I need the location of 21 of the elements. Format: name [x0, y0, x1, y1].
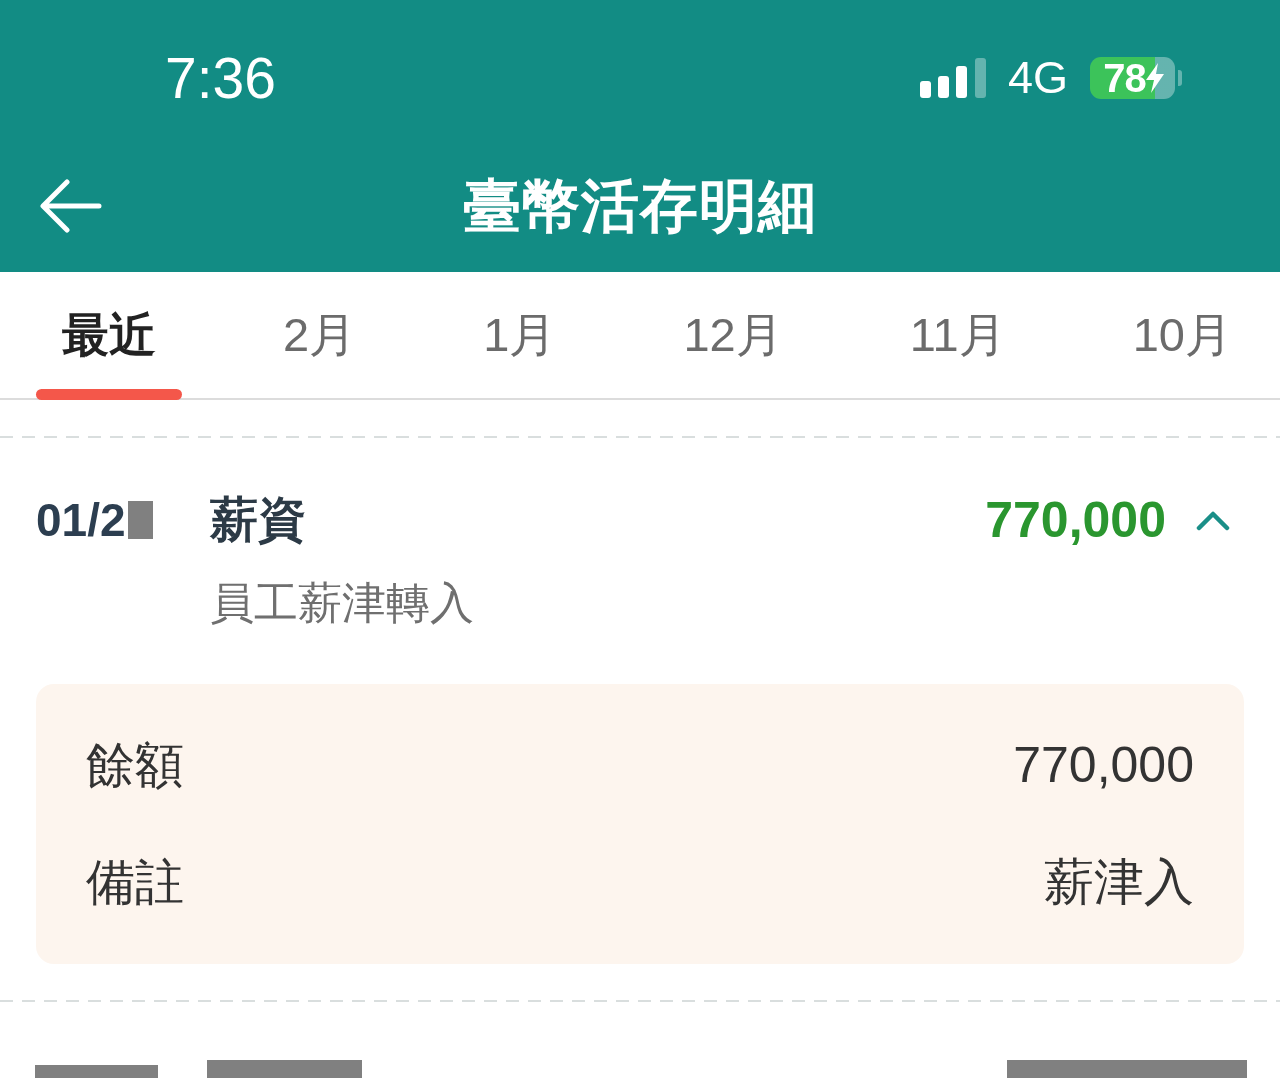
detail-value: 薪津入	[1044, 852, 1194, 912]
page-title: 臺幣活存明細	[463, 172, 817, 240]
battery-percent: 78	[1103, 57, 1146, 99]
transaction-date: 01/2	[36, 493, 126, 548]
detail-label: 備註	[86, 853, 184, 911]
left-arrow-icon	[40, 179, 102, 233]
month-tab[interactable]: 2月	[257, 272, 383, 400]
transaction-description: 員工薪津轉入	[210, 577, 475, 629]
month-tab[interactable]: 最近	[36, 272, 182, 400]
signal-icon	[919, 58, 986, 98]
transaction-title: 薪資	[210, 492, 307, 548]
network-type: 4G	[1007, 53, 1068, 103]
month-tab[interactable]: 12月	[657, 272, 809, 400]
detail-label: 餘額	[86, 736, 184, 794]
month-tab[interactable]: 1月	[457, 272, 583, 400]
transaction-amount: 770,000	[985, 491, 1166, 550]
detail-value: 770,000	[1013, 735, 1194, 795]
month-tab[interactable]: 11月	[883, 272, 1032, 400]
status-time: 7:36	[165, 46, 276, 110]
month-tab[interactable]: 10月	[1106, 272, 1258, 400]
chevron-up-icon[interactable]	[1196, 509, 1230, 531]
